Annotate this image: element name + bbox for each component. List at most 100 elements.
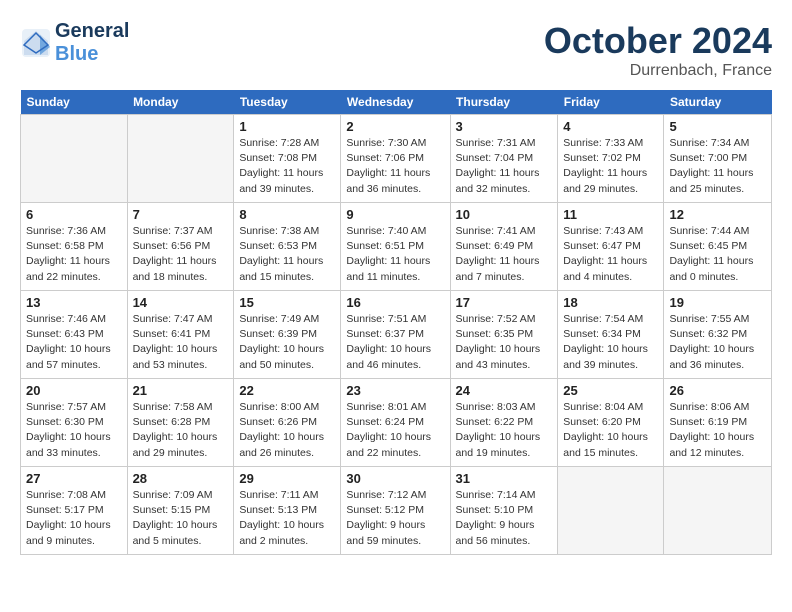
cell-2-5: 10Sunrise: 7:41 AMSunset: 6:49 PMDayligh… bbox=[450, 203, 558, 291]
cell-3-3: 15Sunrise: 7:49 AMSunset: 6:39 PMDayligh… bbox=[234, 291, 341, 379]
cell-info: Sunrise: 7:33 AMSunset: 7:02 PMDaylight:… bbox=[563, 136, 658, 197]
day-number: 30 bbox=[346, 471, 444, 486]
day-number: 1 bbox=[239, 119, 335, 134]
cell-info: Sunrise: 8:01 AMSunset: 6:24 PMDaylight:… bbox=[346, 400, 444, 461]
day-number: 11 bbox=[563, 207, 658, 222]
logo-icon bbox=[20, 27, 52, 59]
cell-5-4: 30 Sunrise: 7:12 AMSunset: 5:12 PMDayligh… bbox=[341, 467, 450, 555]
cell-info: Sunrise: 8:04 AMSunset: 6:20 PMDaylight:… bbox=[563, 400, 658, 461]
cell-2-2: 7 Sunrise: 7:37 AMSunset: 6:56 PMDaylight… bbox=[127, 203, 234, 291]
cell-info: Sunrise: 7:37 AMSunset: 6:56 PMDaylight:… bbox=[133, 224, 229, 285]
day-number: 20 bbox=[26, 383, 122, 398]
cell-4-5: 24 Sunrise: 8:03 AMSunset: 6:22 PMDayligh… bbox=[450, 379, 558, 467]
day-number: 16 bbox=[346, 295, 444, 310]
cell-info: Sunrise: 7:08 AMSunset: 5:17 PMDaylight:… bbox=[26, 488, 122, 549]
header-thursday: Thursday bbox=[450, 90, 558, 115]
cell-3-2: 14 Sunrise: 7:47 AMSunset: 6:41 PMDayligh… bbox=[127, 291, 234, 379]
logo: General Blue bbox=[20, 20, 129, 66]
cell-info: Sunrise: 8:03 AMSunset: 6:22 PMDaylight:… bbox=[456, 400, 553, 461]
week-row-2: 6 Sunrise: 7:36 AMSunset: 6:58 PMDaylight… bbox=[21, 203, 772, 291]
header-friday: Friday bbox=[558, 90, 664, 115]
cell-info: Sunrise: 7:55 AMSunset: 6:32 PMDaylight:… bbox=[669, 312, 766, 373]
day-number: 17 bbox=[456, 295, 553, 310]
day-number: 28 bbox=[133, 471, 229, 486]
day-number: 5 bbox=[669, 119, 766, 134]
cell-info: Sunrise: 7:38 AMSunset: 6:53 PMDaylight:… bbox=[239, 224, 335, 285]
cell-info: Sunrise: 7:43 AMSunset: 6:47 PMDaylight:… bbox=[563, 224, 658, 285]
cell-1-2 bbox=[127, 115, 234, 203]
cell-info: Sunrise: 7:58 AMSunset: 6:28 PMDaylight:… bbox=[133, 400, 229, 461]
cell-4-2: 21 Sunrise: 7:58 AMSunset: 6:28 PMDayligh… bbox=[127, 379, 234, 467]
title-block: October 2024 Durrenbach, France bbox=[544, 20, 772, 80]
cell-info: Sunrise: 7:11 AMSunset: 5:13 PMDaylight:… bbox=[239, 488, 335, 549]
cell-info: Sunrise: 7:36 AMSunset: 6:58 PMDaylight:… bbox=[26, 224, 122, 285]
cell-5-6 bbox=[558, 467, 664, 555]
cell-info: Sunrise: 7:30 AMSunset: 7:06 PMDaylight:… bbox=[346, 136, 444, 197]
cell-4-4: 23 Sunrise: 8:01 AMSunset: 6:24 PMDayligh… bbox=[341, 379, 450, 467]
cell-2-7: 12Sunrise: 7:44 AMSunset: 6:45 PMDayligh… bbox=[664, 203, 772, 291]
week-row-4: 20 Sunrise: 7:57 AMSunset: 6:30 PMDayligh… bbox=[21, 379, 772, 467]
logo-text: General Blue bbox=[55, 20, 129, 66]
header: General Blue October 2024 Durrenbach, Fr… bbox=[20, 20, 772, 80]
cell-4-1: 20 Sunrise: 7:57 AMSunset: 6:30 PMDayligh… bbox=[21, 379, 128, 467]
cell-info: Sunrise: 8:00 AMSunset: 6:26 PMDaylight:… bbox=[239, 400, 335, 461]
cell-info: Sunrise: 7:28 AMSunset: 7:08 PMDaylight:… bbox=[239, 136, 335, 197]
cell-1-7: 5 Sunrise: 7:34 AMSunset: 7:00 PMDaylight… bbox=[664, 115, 772, 203]
cell-info: Sunrise: 7:51 AMSunset: 6:37 PMDaylight:… bbox=[346, 312, 444, 373]
cell-3-7: 19 Sunrise: 7:55 AMSunset: 6:32 PMDayligh… bbox=[664, 291, 772, 379]
calendar-table: Sunday Monday Tuesday Wednesday Thursday… bbox=[20, 90, 772, 555]
cell-info: Sunrise: 7:34 AMSunset: 7:00 PMDaylight:… bbox=[669, 136, 766, 197]
cell-3-4: 16 Sunrise: 7:51 AMSunset: 6:37 PMDayligh… bbox=[341, 291, 450, 379]
day-number: 14 bbox=[133, 295, 229, 310]
calendar-page: General Blue October 2024 Durrenbach, Fr… bbox=[0, 0, 792, 575]
cell-5-7 bbox=[664, 467, 772, 555]
cell-info: Sunrise: 7:49 AMSunset: 6:39 PMDaylight:… bbox=[239, 312, 335, 373]
day-number: 24 bbox=[456, 383, 553, 398]
header-sunday: Sunday bbox=[21, 90, 128, 115]
cell-info: Sunrise: 7:44 AMSunset: 6:45 PMDaylight:… bbox=[669, 224, 766, 285]
week-row-3: 13 Sunrise: 7:46 AMSunset: 6:43 PMDayligh… bbox=[21, 291, 772, 379]
cell-info: Sunrise: 7:57 AMSunset: 6:30 PMDaylight:… bbox=[26, 400, 122, 461]
cell-2-6: 11 Sunrise: 7:43 AMSunset: 6:47 PMDayligh… bbox=[558, 203, 664, 291]
logo-blue: Blue bbox=[55, 43, 98, 65]
month-year-title: October 2024 bbox=[544, 20, 772, 62]
cell-info: Sunrise: 7:47 AMSunset: 6:41 PMDaylight:… bbox=[133, 312, 229, 373]
cell-info: Sunrise: 7:12 AMSunset: 5:12 PMDaylight:… bbox=[346, 488, 444, 549]
cell-1-4: 2 Sunrise: 7:30 AMSunset: 7:06 PMDaylight… bbox=[341, 115, 450, 203]
day-number: 2 bbox=[346, 119, 444, 134]
cell-info: Sunrise: 7:09 AMSunset: 5:15 PMDaylight:… bbox=[133, 488, 229, 549]
days-header-row: Sunday Monday Tuesday Wednesday Thursday… bbox=[21, 90, 772, 115]
cell-info: Sunrise: 7:54 AMSunset: 6:34 PMDaylight:… bbox=[563, 312, 658, 373]
day-number: 23 bbox=[346, 383, 444, 398]
cell-info: Sunrise: 7:31 AMSunset: 7:04 PMDaylight:… bbox=[456, 136, 553, 197]
day-number: 31 bbox=[456, 471, 553, 486]
cell-info: Sunrise: 7:40 AMSunset: 6:51 PMDaylight:… bbox=[346, 224, 444, 285]
cell-5-1: 27 Sunrise: 7:08 AMSunset: 5:17 PMDayligh… bbox=[21, 467, 128, 555]
cell-3-6: 18 Sunrise: 7:54 AMSunset: 6:34 PMDayligh… bbox=[558, 291, 664, 379]
day-number: 13 bbox=[26, 295, 122, 310]
day-number: 27 bbox=[26, 471, 122, 486]
day-number: 26 bbox=[669, 383, 766, 398]
cell-1-5: 3 Sunrise: 7:31 AMSunset: 7:04 PMDaylight… bbox=[450, 115, 558, 203]
cell-5-2: 28 Sunrise: 7:09 AMSunset: 5:15 PMDayligh… bbox=[127, 467, 234, 555]
cell-5-3: 29Sunrise: 7:11 AMSunset: 5:13 PMDayligh… bbox=[234, 467, 341, 555]
cell-info: Sunrise: 7:46 AMSunset: 6:43 PMDaylight:… bbox=[26, 312, 122, 373]
header-wednesday: Wednesday bbox=[341, 90, 450, 115]
day-number: 19 bbox=[669, 295, 766, 310]
cell-3-5: 17Sunrise: 7:52 AMSunset: 6:35 PMDayligh… bbox=[450, 291, 558, 379]
day-number: 3 bbox=[456, 119, 553, 134]
cell-1-1 bbox=[21, 115, 128, 203]
logo-general: General bbox=[55, 20, 129, 42]
header-saturday: Saturday bbox=[664, 90, 772, 115]
week-row-1: 1 Sunrise: 7:28 AMSunset: 7:08 PMDaylight… bbox=[21, 115, 772, 203]
day-number: 6 bbox=[26, 207, 122, 222]
week-row-5: 27 Sunrise: 7:08 AMSunset: 5:17 PMDayligh… bbox=[21, 467, 772, 555]
cell-4-7: 26Sunrise: 8:06 AMSunset: 6:19 PMDayligh… bbox=[664, 379, 772, 467]
day-number: 7 bbox=[133, 207, 229, 222]
cell-4-3: 22Sunrise: 8:00 AMSunset: 6:26 PMDayligh… bbox=[234, 379, 341, 467]
logo-wrapper: General Blue bbox=[20, 20, 129, 66]
day-number: 18 bbox=[563, 295, 658, 310]
cell-4-6: 25Sunrise: 8:04 AMSunset: 6:20 PMDayligh… bbox=[558, 379, 664, 467]
day-number: 21 bbox=[133, 383, 229, 398]
header-tuesday: Tuesday bbox=[234, 90, 341, 115]
